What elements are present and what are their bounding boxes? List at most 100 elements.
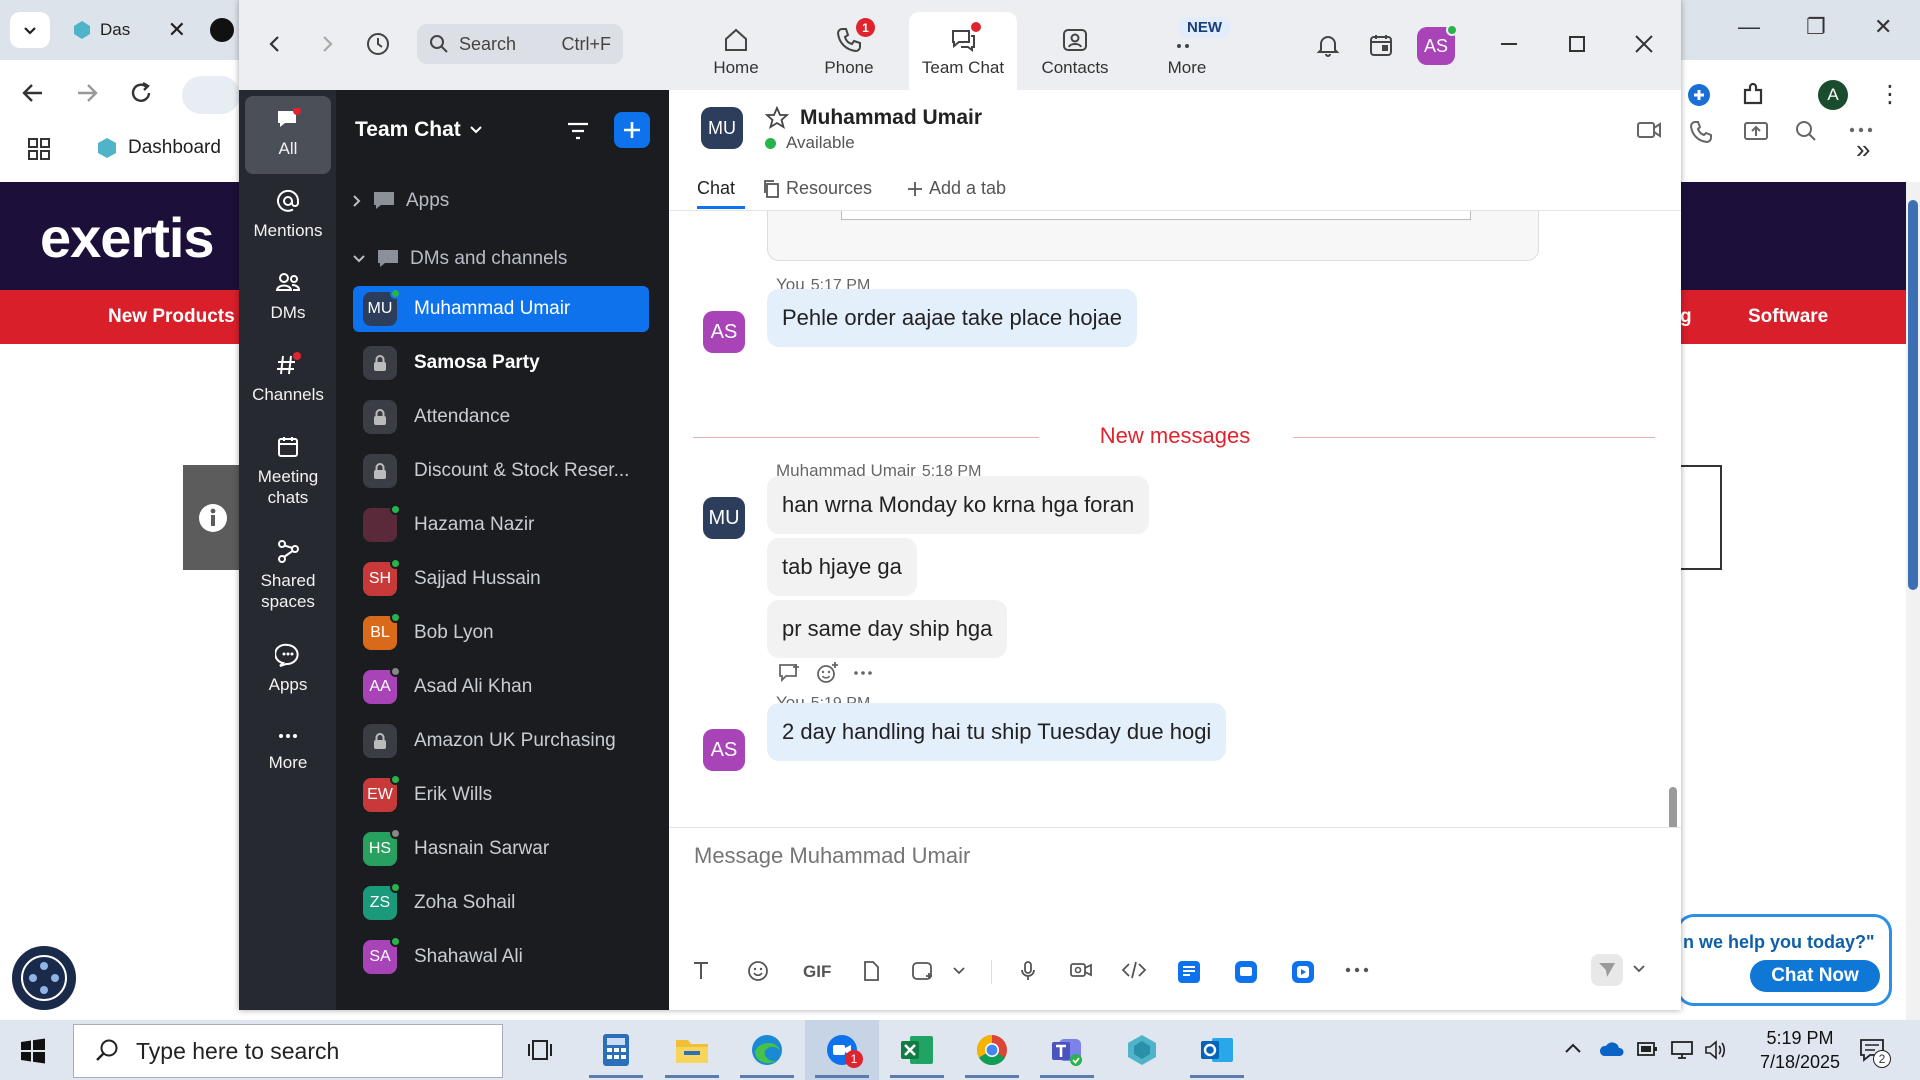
chat-list-title[interactable]: Team Chat — [355, 118, 483, 142]
gif-button[interactable]: GIF — [803, 962, 831, 982]
message-input[interactable] — [694, 843, 1654, 869]
volume-icon[interactable] — [1704, 1040, 1728, 1060]
rail-shared-spaces[interactable]: Shared spaces — [245, 538, 331, 613]
tab-home[interactable]: Home — [682, 12, 790, 90]
browser-menu-icon[interactable]: ⋮ — [1878, 80, 1902, 109]
section-dms-channels[interactable]: DMs and channels — [352, 248, 567, 270]
tray-chevron-up-icon[interactable] — [1564, 1042, 1582, 1054]
message-bubble[interactable]: 2 day handling hai tu ship Tuesday due h… — [767, 703, 1227, 761]
message-avatar[interactable]: MU — [703, 497, 745, 539]
zoom-search-box[interactable]: Search Ctrl+F — [417, 24, 623, 64]
zoom-app-icon[interactable]: 1 — [805, 1020, 879, 1080]
previous-attachment-preview[interactable] — [767, 211, 1539, 261]
maximize-icon[interactable] — [1565, 32, 1589, 56]
add-reaction-icon[interactable] — [815, 661, 839, 685]
send-options-chevron-icon[interactable] — [1633, 964, 1645, 974]
restore-icon[interactable]: ❐ — [1806, 14, 1826, 40]
close-tab-icon[interactable]: ✕ — [168, 17, 186, 43]
tab-contacts[interactable]: Contacts — [1021, 12, 1129, 90]
rail-mentions[interactable]: Mentions — [245, 188, 331, 241]
site-info-button[interactable] — [182, 76, 240, 114]
chat-list-item[interactable]: SA Shahawal Ali — [353, 934, 649, 980]
chat-header-avatar[interactable]: MU — [701, 107, 743, 149]
chat-list-item[interactable]: Hazama Nazir — [353, 502, 649, 548]
chat-list-item[interactable]: SH Sajjad Hussain — [353, 556, 649, 602]
taskbar-search-box[interactable]: Type here to search — [73, 1024, 503, 1078]
whiteboard-app-icon[interactable] — [1234, 960, 1258, 984]
phone-call-icon[interactable] — [1689, 120, 1713, 144]
nav-new-products[interactable]: New Products — [108, 306, 235, 328]
chat-list-item[interactable]: BL Bob Lyon — [353, 610, 649, 656]
reply-thread-icon[interactable] — [777, 662, 801, 684]
chat-list-item[interactable]: MU Muhammad Umair — [353, 286, 649, 332]
rail-apps[interactable]: Apps — [245, 642, 331, 695]
text-format-icon[interactable] — [691, 960, 711, 982]
rail-dms[interactable]: DMs — [245, 270, 331, 323]
chat-contact-name[interactable]: Muhammad Umair — [800, 106, 982, 130]
task-view-icon[interactable] — [503, 1020, 577, 1080]
onedrive-icon[interactable] — [1598, 1040, 1624, 1058]
minimize-icon[interactable] — [1497, 32, 1521, 56]
excel-app-icon[interactable] — [880, 1020, 954, 1080]
info-icon[interactable] — [183, 465, 243, 570]
chrome-app-icon[interactable] — [955, 1020, 1029, 1080]
video-call-icon[interactable] — [1636, 120, 1662, 140]
file-explorer-app-icon[interactable] — [655, 1020, 729, 1080]
chat-list-item[interactable]: AA Asad Ali Khan — [353, 664, 649, 710]
history-icon[interactable] — [365, 31, 391, 57]
screenshot-icon[interactable] — [911, 960, 935, 982]
forward-icon[interactable] — [74, 80, 100, 106]
network-icon[interactable] — [1670, 1040, 1694, 1060]
filter-icon[interactable] — [566, 120, 590, 142]
rail-meeting-chats[interactable]: Meeting chats — [245, 434, 331, 509]
rail-more[interactable]: More — [245, 726, 331, 773]
page-scrollbar-thumb[interactable] — [1908, 200, 1918, 590]
windows-start-icon[interactable] — [20, 1038, 46, 1064]
tab-add-a-tab[interactable]: Add a tab — [907, 178, 1006, 199]
site-logo[interactable]: exertis — [40, 205, 215, 270]
section-apps[interactable]: Apps — [352, 190, 449, 212]
more-options-icon[interactable] — [1849, 126, 1873, 134]
clips-app-icon[interactable] — [1291, 960, 1315, 984]
nav-software[interactable]: Software — [1748, 306, 1828, 328]
docs-app-icon[interactable] — [1177, 960, 1201, 984]
notification-center-icon[interactable]: 2 — [1858, 1036, 1891, 1068]
message-bubble[interactable]: han wrna Monday ko krna hga foran — [767, 476, 1150, 534]
exertis-app-icon[interactable] — [1105, 1020, 1179, 1080]
tab-search-button[interactable] — [10, 12, 50, 48]
chat-now-button[interactable]: Chat Now — [1750, 960, 1880, 992]
user-avatar[interactable]: AS — [1417, 24, 1458, 65]
accessibility-icon[interactable] — [12, 946, 76, 1010]
browser-tab-dashboard[interactable]: Das ✕ — [60, 8, 192, 52]
taskbar-clock[interactable]: 5:19 PM 7/18/2025 — [1740, 1026, 1860, 1075]
chat-list-item[interactable]: Samosa Party — [353, 340, 649, 386]
tab-favicon-icon[interactable] — [210, 18, 234, 42]
code-icon[interactable] — [1121, 960, 1147, 980]
message-bubble[interactable]: pr same day ship hga — [767, 600, 1008, 658]
tab-team-chat[interactable]: Team Chat — [909, 12, 1017, 90]
back-icon[interactable] — [20, 80, 46, 106]
more-bookmarks-icon[interactable]: » — [1856, 134, 1870, 165]
screen-share-icon[interactable] — [1743, 120, 1769, 142]
chevron-down-icon[interactable] — [953, 966, 965, 976]
chat-list-item[interactable]: Amazon UK Purchasing — [353, 718, 649, 764]
calculator-app-icon[interactable] — [579, 1020, 653, 1080]
nav-partial-item[interactable]: g — [1680, 306, 1692, 328]
tab-chat[interactable]: Chat — [697, 178, 735, 199]
notifications-bell-icon[interactable] — [1315, 32, 1341, 58]
extension-icon[interactable] — [1686, 82, 1712, 108]
chat-list-item[interactable]: ZS Zoha Sohail — [353, 880, 649, 926]
more-options-icon[interactable] — [1345, 966, 1369, 974]
rail-all[interactable]: All — [245, 96, 331, 174]
browser-profile-avatar[interactable]: A — [1818, 80, 1848, 110]
chat-scrollbar[interactable] — [1669, 787, 1677, 827]
calendar-icon[interactable] — [1368, 32, 1394, 58]
apps-grid-icon[interactable] — [28, 138, 50, 160]
puzzle-icon[interactable] — [1740, 82, 1766, 108]
minimize-icon[interactable]: — — [1738, 14, 1760, 40]
tab-phone[interactable]: 1 Phone — [795, 12, 903, 90]
message-bubble[interactable]: Pehle order aajae take place hojae — [767, 289, 1138, 347]
search-icon[interactable] — [1795, 120, 1817, 142]
microphone-icon[interactable] — [1019, 960, 1037, 982]
video-message-icon[interactable] — [1069, 960, 1093, 980]
